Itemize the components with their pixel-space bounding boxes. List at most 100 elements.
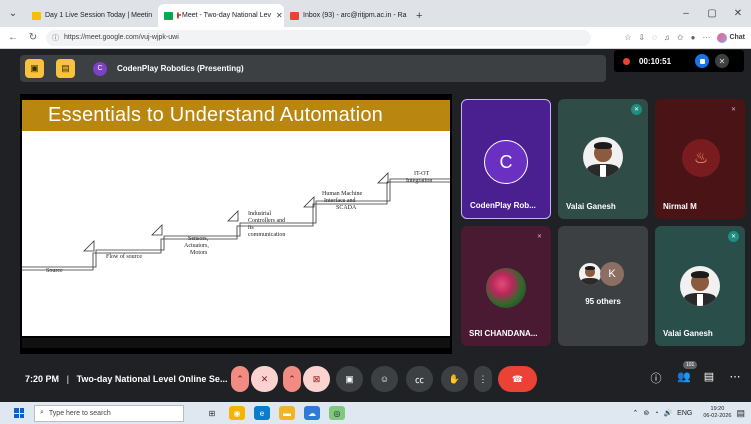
- tab-day1-session[interactable]: Day 1 Live Session Today | Meetin ✕: [26, 4, 158, 27]
- chrome-icon[interactable]: ◉: [229, 406, 245, 420]
- bookmark-star-icon[interactable]: ☆: [624, 33, 631, 42]
- download-icon[interactable]: ⇩: [638, 33, 645, 42]
- step-arrow: [227, 210, 239, 222]
- mic-toggle-button[interactable]: ✕: [251, 366, 278, 392]
- participant-count-badge: 101: [683, 361, 698, 369]
- tray-app-icon[interactable]: ⊚: [643, 409, 649, 417]
- refresh-page-icon[interactable]: ◌: [652, 33, 657, 42]
- automation-staircase-diagram: Source Flow of source Sensors, Actuators…: [22, 171, 450, 274]
- profile-icon[interactable]: ●: [691, 33, 696, 42]
- step-label: Sensors,: [188, 236, 209, 242]
- step-label: Actuators,: [184, 243, 209, 249]
- leave-call-button[interactable]: ☎: [498, 366, 537, 392]
- others-count: 95 others: [585, 297, 621, 306]
- chat-icon[interactable]: ▤: [700, 370, 718, 383]
- participant-photo: [680, 266, 720, 306]
- step-label: Industrial: [248, 211, 271, 217]
- present-button[interactable]: ▣: [336, 366, 363, 392]
- recording-dot-icon: [623, 57, 630, 65]
- tray-overflow-icon[interactable]: ⌃: [632, 409, 638, 417]
- tab-inbox[interactable]: Inbox (93) - arc@ritjpm.ac.in - Ra ✕: [284, 4, 410, 27]
- onedrive-icon[interactable]: ☁: [304, 406, 320, 420]
- stair-outline: [22, 178, 450, 268]
- more-menu-icon[interactable]: ···: [702, 33, 710, 42]
- task-view-icon[interactable]: ⊞: [204, 406, 220, 420]
- participant-photo: [578, 262, 602, 286]
- video-options-button[interactable]: ⌃: [283, 366, 301, 392]
- participant-name: SRI CHANDANA...: [469, 329, 538, 338]
- close-window-icon[interactable]: ✕: [725, 8, 751, 19]
- camera-toggle-button[interactable]: ⊠: [303, 366, 330, 392]
- windows-start-icon[interactable]: [14, 408, 24, 418]
- step-arrow: [303, 196, 315, 208]
- language-label[interactable]: ENG: [677, 410, 692, 417]
- participant-avatar: K: [600, 262, 624, 286]
- participant-tile[interactable]: ✕ SRI CHANDANA...: [461, 226, 551, 346]
- taskbar-search[interactable]: ⌕ Type here to search: [34, 404, 184, 422]
- chat-label: Chat: [729, 34, 745, 41]
- participant-name: Nirmal M: [663, 202, 697, 211]
- meeting-title: Two-day National Level Online Se...: [76, 374, 228, 384]
- edge-icon[interactable]: e: [254, 406, 270, 420]
- participant-name: CodenPlay Rob...: [470, 201, 536, 210]
- site-info-icon[interactable]: ⓘ: [52, 33, 59, 43]
- meeting-time: 7:20 PM: [25, 374, 60, 384]
- raise-hand-button[interactable]: ✋: [441, 366, 468, 392]
- new-tab-button[interactable]: +: [410, 4, 428, 27]
- emoji-button[interactable]: ☺: [371, 366, 398, 392]
- step-arrow: [83, 240, 95, 252]
- mic-off-icon[interactable]: ✕: [715, 54, 730, 68]
- step-arrow: [151, 224, 163, 236]
- participant-photo: [583, 137, 623, 177]
- step-label: Interface and: [324, 197, 355, 204]
- volume-icon[interactable]: 🔊: [663, 409, 672, 417]
- meet-favicon-icon: [164, 11, 173, 20]
- people-icon[interactable]: 👥: [675, 370, 693, 383]
- slide-title: Essentials to Understand Automation: [22, 100, 450, 131]
- others-tile[interactable]: K 95 others: [558, 226, 648, 346]
- close-tab-icon[interactable]: ✕: [276, 11, 283, 20]
- stop-recording-button[interactable]: [695, 54, 710, 68]
- step-label: its: [248, 225, 254, 231]
- step-label: Flow of source: [106, 253, 142, 260]
- notifications-icon[interactable]: ▤: [736, 408, 745, 419]
- favorites-icon[interactable]: ✩: [677, 33, 684, 42]
- clock-time: 19:20: [710, 406, 725, 412]
- presentation-bar: ▣ ▤ C CodenPlay Robotics (Presenting): [20, 55, 606, 82]
- step-label: Human Machine: [322, 191, 362, 197]
- screen: ⌄ Day 1 Live Session Today | Meetin ✕ Me…: [0, 0, 751, 424]
- network-icon[interactable]: ◔: [654, 410, 658, 417]
- meeting-info: 7:20 PM | Two-day National Level Online …: [25, 374, 227, 384]
- tab-search-icon[interactable]: ⌄: [0, 0, 26, 27]
- copilot-chat-button[interactable]: Chat: [717, 32, 745, 43]
- step-label: communication: [248, 232, 285, 238]
- pin-presentation-icon[interactable]: ▣: [25, 59, 44, 78]
- audio-options-button[interactable]: ⌃: [231, 366, 249, 392]
- file-explorer-icon[interactable]: ▬: [279, 406, 295, 420]
- meeting-details-icon[interactable]: ⓘ: [647, 370, 665, 386]
- participant-tile[interactable]: ✕ ♨ Nirmal M: [655, 99, 745, 219]
- minimize-icon[interactable]: –: [673, 8, 699, 19]
- more-options-button[interactable]: ⋮: [474, 366, 492, 392]
- reload-icon[interactable]: ↻: [26, 32, 40, 43]
- mic-muted-icon: ✕: [536, 234, 543, 240]
- back-icon[interactable]: ←: [6, 32, 20, 43]
- taskbar-clock[interactable]: 19:20 06-02-2026: [698, 406, 731, 420]
- app-icon[interactable]: ◎: [329, 406, 345, 420]
- captions-button[interactable]: ㏄: [406, 366, 433, 392]
- participant-tile[interactable]: C CodenPlay Rob...: [461, 99, 551, 219]
- address-bar[interactable]: ⓘ https://meet.google.com/vuj-wjpk-uwi: [46, 29, 591, 46]
- tab-meet[interactable]: Meet - Two-day National Lev ✕: [158, 4, 284, 27]
- step-label: Motors: [190, 250, 208, 256]
- activities-icon[interactable]: ⋯: [726, 370, 744, 383]
- restore-icon[interactable]: ▢: [699, 8, 725, 19]
- step-label: Integration: [406, 178, 432, 184]
- search-icon: ⌕: [40, 409, 44, 416]
- extensions-icon[interactable]: ♫: [664, 33, 670, 42]
- layout-icon[interactable]: ▤: [56, 59, 75, 78]
- gmail-favicon-icon: [290, 11, 299, 20]
- participant-tile[interactable]: ✕ Valai Ganesh: [655, 226, 745, 346]
- participant-tile[interactable]: ✕ Valai Ganesh: [558, 99, 648, 219]
- slide-footer: [22, 338, 450, 348]
- step-label: Controllers and: [248, 218, 285, 224]
